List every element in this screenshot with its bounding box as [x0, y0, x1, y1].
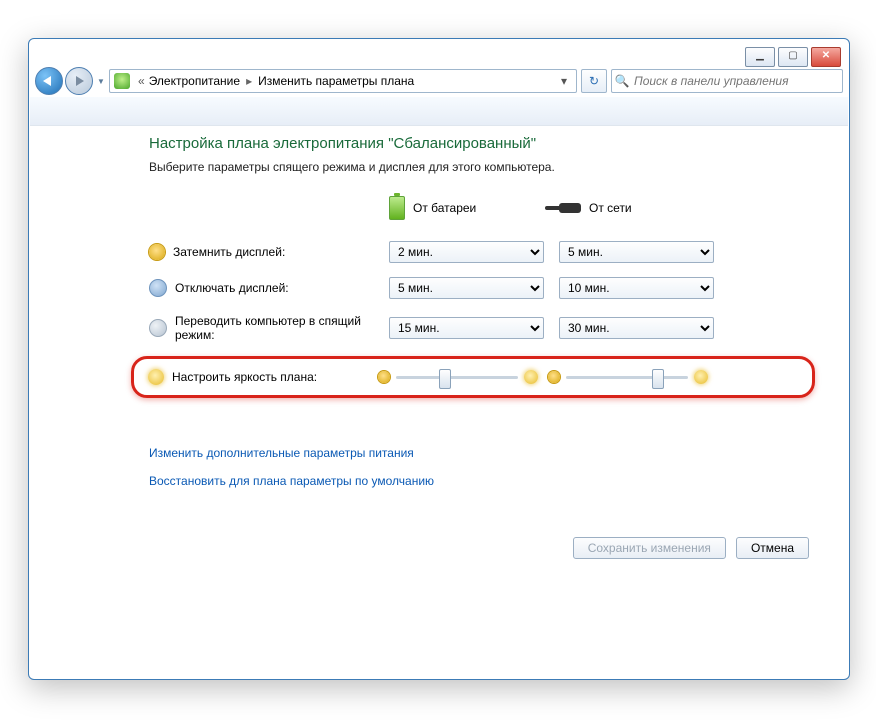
search-input[interactable]: [632, 73, 842, 89]
brightness-battery-track[interactable]: [396, 376, 518, 379]
links: Изменить дополнительные параметры питани…: [149, 446, 809, 488]
row-sleep-text: Переводить компьютер в спящий режим:: [175, 314, 375, 342]
brightness-plugged-thumb[interactable]: [652, 369, 664, 389]
dim-battery-select[interactable]: 2 мин.: [389, 241, 544, 263]
row-brightness-label: Настроить яркость плана:: [148, 369, 368, 385]
brightness-plugged-track[interactable]: [566, 376, 688, 379]
window-controls: ▁ ▢ ✕: [745, 47, 841, 67]
column-header-plugged: От сети: [559, 201, 719, 229]
column-header-battery: От батареи: [389, 196, 549, 234]
brightness-battery-thumb[interactable]: [439, 369, 451, 389]
brightness-row-highlight: Настроить яркость плана:: [131, 356, 815, 398]
brightness-max-icon: [694, 370, 708, 384]
row-off-text: Отключать дисплей:: [175, 281, 289, 295]
link-advanced-settings[interactable]: Изменить дополнительные параметры питани…: [149, 446, 809, 460]
screenshot-root: ▁ ▢ ✕ ▼ « Электропитание ▸ Изменить пара…: [0, 0, 876, 720]
row-brightness-text: Настроить яркость плана:: [172, 370, 317, 384]
nav-forward-button[interactable]: [65, 67, 93, 95]
brightness-min-icon: [378, 371, 390, 383]
cancel-button[interactable]: Отмена: [736, 537, 809, 559]
link-restore-defaults[interactable]: Восстановить для плана параметры по умол…: [149, 474, 809, 488]
page-subtitle: Выберите параметры спящего режима и дисп…: [149, 160, 809, 174]
row-sleep-label: Переводить компьютер в спящий режим:: [149, 306, 379, 350]
content: Настройка плана электропитания "Сбаланси…: [149, 135, 809, 502]
column-header-battery-label: От батареи: [413, 201, 476, 215]
sleep-icon: [149, 319, 167, 337]
off-plugged-select[interactable]: 10 мин.: [559, 277, 714, 299]
nav-history-chevron-icon[interactable]: ▼: [95, 68, 107, 94]
brightness-plugged-slider[interactable]: [548, 370, 708, 384]
brightness-min-icon: [548, 371, 560, 383]
dim-plugged-select[interactable]: 5 мин.: [559, 241, 714, 263]
save-button[interactable]: Сохранить изменения: [573, 537, 726, 559]
display-off-icon: [149, 279, 167, 297]
toolbar-band: [30, 97, 848, 126]
address-dropdown-icon[interactable]: ▾: [556, 74, 572, 88]
breadcrumb-item-power[interactable]: Электропитание: [149, 74, 240, 88]
footer-buttons: Сохранить изменения Отмена: [573, 537, 809, 559]
off-battery-select[interactable]: 5 мин.: [389, 277, 544, 299]
brightness-battery-slider[interactable]: [378, 370, 538, 384]
brightness-icon: [148, 369, 164, 385]
brightness-max-icon: [524, 370, 538, 384]
minimize-button[interactable]: ▁: [745, 47, 775, 67]
sleep-plugged-select[interactable]: 30 мин.: [559, 317, 714, 339]
ac-plug-icon: [559, 203, 581, 213]
settings-grid: От батареи От сети Затемнить дисплей: 2 …: [149, 196, 809, 350]
close-button[interactable]: ✕: [811, 47, 841, 67]
page-title: Настройка плана электропитания "Сбаланси…: [149, 135, 809, 152]
row-off-label: Отключать дисплей:: [149, 270, 379, 306]
maximize-button[interactable]: ▢: [778, 47, 808, 67]
row-dim-text: Затемнить дисплей:: [173, 245, 285, 259]
dim-icon: [149, 244, 165, 260]
nav-back-button[interactable]: [35, 67, 63, 95]
address-bar[interactable]: « Электропитание ▸ Изменить параметры пл…: [109, 69, 577, 93]
search-box[interactable]: 🔍: [611, 69, 843, 93]
breadcrumb-sep-icon: ▸: [246, 74, 252, 88]
control-panel-icon: [114, 73, 130, 89]
navbar: ▼ « Электропитание ▸ Изменить параметры …: [35, 67, 843, 95]
battery-icon: [389, 196, 405, 220]
breadcrumb-item-edit-plan[interactable]: Изменить параметры плана: [258, 74, 414, 88]
search-icon: 🔍: [612, 74, 632, 88]
breadcrumb-overflow-icon[interactable]: «: [138, 74, 145, 88]
refresh-button[interactable]: ↻: [581, 69, 607, 93]
refresh-icon: ↻: [589, 74, 599, 88]
row-dim-label: Затемнить дисплей:: [149, 234, 379, 270]
window: ▁ ▢ ✕ ▼ « Электропитание ▸ Изменить пара…: [28, 38, 850, 680]
column-header-plugged-label: От сети: [589, 201, 632, 215]
sleep-battery-select[interactable]: 15 мин.: [389, 317, 544, 339]
